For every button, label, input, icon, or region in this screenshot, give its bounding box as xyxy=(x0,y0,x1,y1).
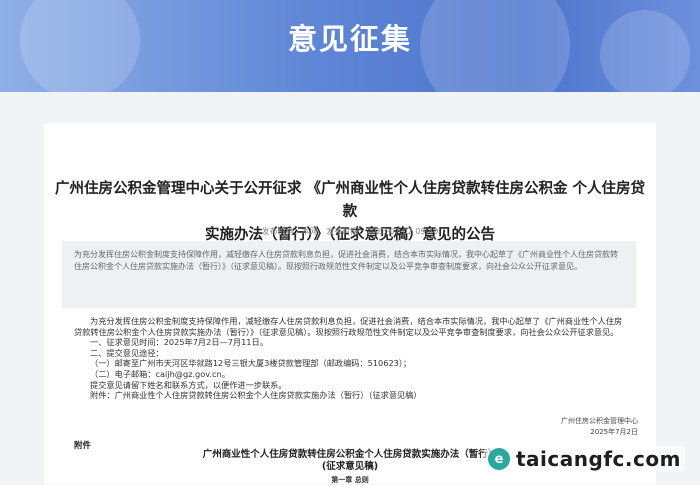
article-summary: 为充分发挥住房公积金制度支持保障作用，减轻缴存人住房贷款利息负担，促进社会消费，… xyxy=(62,241,636,308)
publish-time: 发布时间：2025-07-02 09:40 xyxy=(326,227,439,236)
banner-title: 意见征集 xyxy=(287,22,412,56)
watermark: e taicangfc.com xyxy=(484,446,685,472)
body-paragraph: 提交意见请留下姓名和联系方式，以便作进一步联系。 xyxy=(90,379,287,390)
body-paragraph: （二）电子邮箱：caijh@gz.gov.cn。 xyxy=(90,368,230,379)
body-paragraph: 为充分发挥住房公积金制度支持保障作用，减轻缴存人住房贷款利息负担，促进社会消费，… xyxy=(74,316,623,337)
signature-date: 2025年7月2日 xyxy=(590,428,638,436)
signature-org: 广州住房公积金管理中心 xyxy=(561,417,638,425)
body-paragraph: 一、征求意见时间：2025年7月2日—7月11日。 xyxy=(90,337,268,348)
article-title-line-1: 广州住房公积金管理中心关于公开征求 《广州商业性个人住房贷款转住房公积金 个人住… xyxy=(54,181,646,220)
body-paragraph: （一）邮寄至广州市天河区华就路12号三银大厦3楼贷款管理部（邮政编码：51062… xyxy=(90,358,412,369)
article-body: 为充分发挥住房公积金制度支持保障作用，减轻缴存人住房贷款利息负担，促进社会消费，… xyxy=(74,316,630,401)
body-paragraph: 二、提交意见途径： xyxy=(90,347,164,358)
watermark-text: taicangfc.com xyxy=(516,447,681,471)
article-card: 广州住房公积金管理中心关于公开征求 《广州商业性个人住房贷款转住房公积金 个人住… xyxy=(44,123,656,484)
publisher: 发布机构：本网 xyxy=(261,227,318,236)
watermark-logo-icon: e xyxy=(488,448,510,470)
article-meta: 发布机构：本网 发布时间：2025-07-02 09:40 xyxy=(44,226,656,237)
page-banner: 意见征集 xyxy=(0,0,700,92)
attachment-link[interactable]: 附件：广州商业性个人住房贷款转住房公积金个人住房贷款实施办法（暂行）（征求意见稿… xyxy=(74,390,630,401)
signature: 广州住房公积金管理中心 2025年7月2日 xyxy=(561,416,638,438)
